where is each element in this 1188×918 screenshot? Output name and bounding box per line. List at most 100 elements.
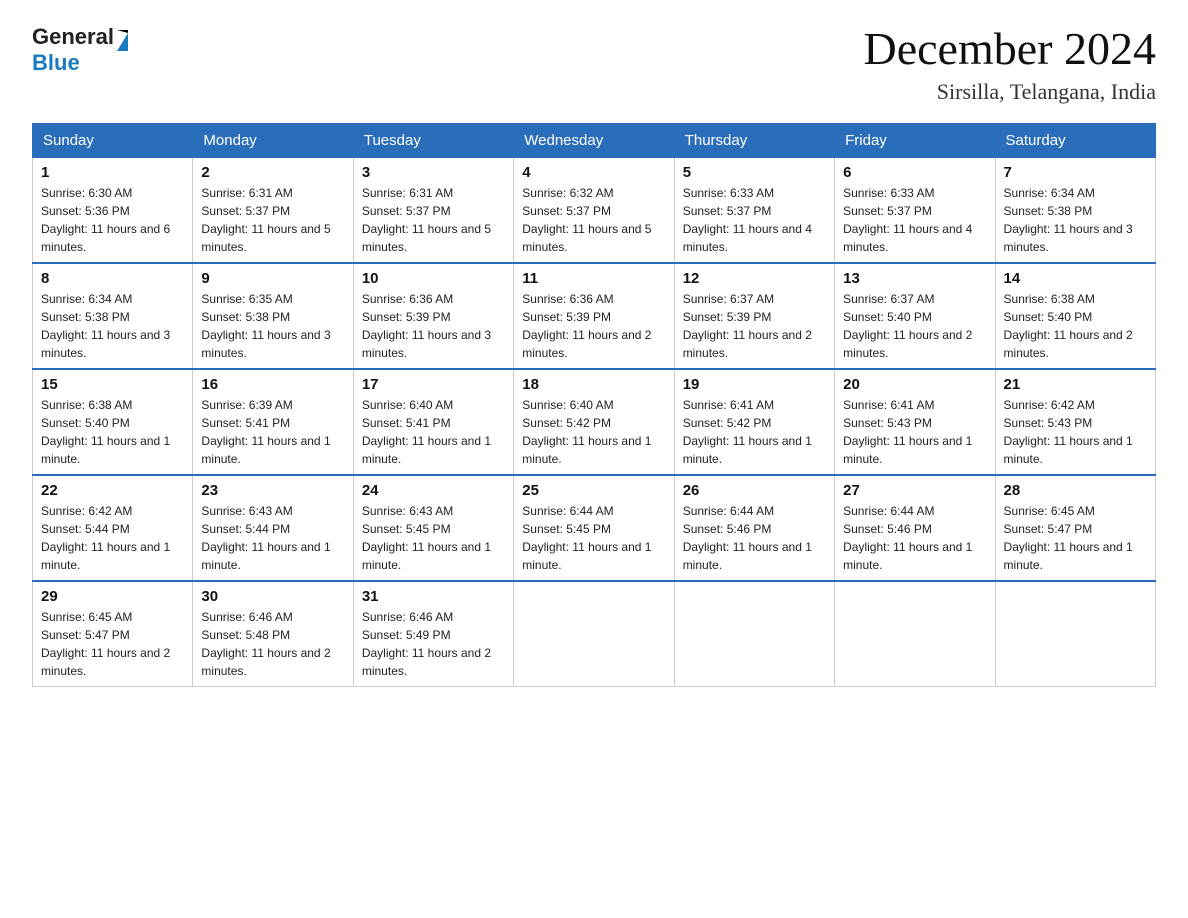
calendar-cell: 4 Sunrise: 6:32 AMSunset: 5:37 PMDayligh… xyxy=(514,157,674,263)
day-number: 1 xyxy=(41,164,184,181)
day-info: Sunrise: 6:33 AMSunset: 5:37 PMDaylight:… xyxy=(843,186,972,254)
weekday-header-saturday: Saturday xyxy=(995,123,1155,157)
calendar-table: SundayMondayTuesdayWednesdayThursdayFrid… xyxy=(32,123,1156,687)
calendar-cell: 15 Sunrise: 6:38 AMSunset: 5:40 PMDaylig… xyxy=(33,369,193,475)
day-info: Sunrise: 6:36 AMSunset: 5:39 PMDaylight:… xyxy=(362,292,491,360)
day-info: Sunrise: 6:41 AMSunset: 5:43 PMDaylight:… xyxy=(843,398,972,466)
day-info: Sunrise: 6:46 AMSunset: 5:48 PMDaylight:… xyxy=(201,610,330,678)
calendar-cell: 16 Sunrise: 6:39 AMSunset: 5:41 PMDaylig… xyxy=(193,369,353,475)
day-number: 30 xyxy=(201,588,344,605)
day-info: Sunrise: 6:36 AMSunset: 5:39 PMDaylight:… xyxy=(522,292,651,360)
weekday-header-monday: Monday xyxy=(193,123,353,157)
logo-triangle-icon xyxy=(117,30,128,51)
calendar-cell: 25 Sunrise: 6:44 AMSunset: 5:45 PMDaylig… xyxy=(514,475,674,581)
day-info: Sunrise: 6:44 AMSunset: 5:46 PMDaylight:… xyxy=(683,504,812,572)
day-info: Sunrise: 6:46 AMSunset: 5:49 PMDaylight:… xyxy=(362,610,491,678)
calendar-cell: 2 Sunrise: 6:31 AMSunset: 5:37 PMDayligh… xyxy=(193,157,353,263)
calendar-cell: 23 Sunrise: 6:43 AMSunset: 5:44 PMDaylig… xyxy=(193,475,353,581)
day-info: Sunrise: 6:43 AMSunset: 5:45 PMDaylight:… xyxy=(362,504,491,572)
day-number: 15 xyxy=(41,376,184,393)
day-info: Sunrise: 6:35 AMSunset: 5:38 PMDaylight:… xyxy=(201,292,330,360)
day-info: Sunrise: 6:31 AMSunset: 5:37 PMDaylight:… xyxy=(362,186,491,254)
day-info: Sunrise: 6:33 AMSunset: 5:37 PMDaylight:… xyxy=(683,186,812,254)
calendar-subtitle: Sirsilla, Telangana, India xyxy=(864,79,1157,105)
day-number: 24 xyxy=(362,482,505,499)
calendar-cell: 5 Sunrise: 6:33 AMSunset: 5:37 PMDayligh… xyxy=(674,157,834,263)
day-number: 2 xyxy=(201,164,344,181)
day-info: Sunrise: 6:44 AMSunset: 5:45 PMDaylight:… xyxy=(522,504,651,572)
day-info: Sunrise: 6:39 AMSunset: 5:41 PMDaylight:… xyxy=(201,398,330,466)
day-number: 18 xyxy=(522,376,665,393)
day-info: Sunrise: 6:38 AMSunset: 5:40 PMDaylight:… xyxy=(1004,292,1133,360)
day-info: Sunrise: 6:34 AMSunset: 5:38 PMDaylight:… xyxy=(1004,186,1133,254)
calendar-cell: 28 Sunrise: 6:45 AMSunset: 5:47 PMDaylig… xyxy=(995,475,1155,581)
day-info: Sunrise: 6:37 AMSunset: 5:39 PMDaylight:… xyxy=(683,292,812,360)
calendar-cell: 21 Sunrise: 6:42 AMSunset: 5:43 PMDaylig… xyxy=(995,369,1155,475)
day-info: Sunrise: 6:37 AMSunset: 5:40 PMDaylight:… xyxy=(843,292,972,360)
day-info: Sunrise: 6:45 AMSunset: 5:47 PMDaylight:… xyxy=(41,610,170,678)
weekday-header-row: SundayMondayTuesdayWednesdayThursdayFrid… xyxy=(33,123,1156,157)
logo-text-general: General xyxy=(32,24,114,50)
calendar-cell: 7 Sunrise: 6:34 AMSunset: 5:38 PMDayligh… xyxy=(995,157,1155,263)
day-number: 7 xyxy=(1004,164,1147,181)
weekday-header-wednesday: Wednesday xyxy=(514,123,674,157)
day-info: Sunrise: 6:45 AMSunset: 5:47 PMDaylight:… xyxy=(1004,504,1133,572)
day-number: 11 xyxy=(522,270,665,287)
day-number: 12 xyxy=(683,270,826,287)
calendar-cell: 29 Sunrise: 6:45 AMSunset: 5:47 PMDaylig… xyxy=(33,581,193,687)
day-number: 5 xyxy=(683,164,826,181)
calendar-week-row-5: 29 Sunrise: 6:45 AMSunset: 5:47 PMDaylig… xyxy=(33,581,1156,687)
calendar-cell: 24 Sunrise: 6:43 AMSunset: 5:45 PMDaylig… xyxy=(353,475,513,581)
calendar-week-row-4: 22 Sunrise: 6:42 AMSunset: 5:44 PMDaylig… xyxy=(33,475,1156,581)
calendar-cell: 19 Sunrise: 6:41 AMSunset: 5:42 PMDaylig… xyxy=(674,369,834,475)
day-info: Sunrise: 6:31 AMSunset: 5:37 PMDaylight:… xyxy=(201,186,330,254)
day-number: 9 xyxy=(201,270,344,287)
calendar-week-row-1: 1 Sunrise: 6:30 AMSunset: 5:36 PMDayligh… xyxy=(33,157,1156,263)
title-area: December 2024 Sirsilla, Telangana, India xyxy=(864,24,1157,105)
calendar-cell: 20 Sunrise: 6:41 AMSunset: 5:43 PMDaylig… xyxy=(835,369,995,475)
day-number: 21 xyxy=(1004,376,1147,393)
day-info: Sunrise: 6:32 AMSunset: 5:37 PMDaylight:… xyxy=(522,186,651,254)
day-number: 4 xyxy=(522,164,665,181)
day-info: Sunrise: 6:43 AMSunset: 5:44 PMDaylight:… xyxy=(201,504,330,572)
day-number: 19 xyxy=(683,376,826,393)
weekday-header-friday: Friday xyxy=(835,123,995,157)
calendar-cell: 17 Sunrise: 6:40 AMSunset: 5:41 PMDaylig… xyxy=(353,369,513,475)
day-info: Sunrise: 6:40 AMSunset: 5:42 PMDaylight:… xyxy=(522,398,651,466)
day-info: Sunrise: 6:44 AMSunset: 5:46 PMDaylight:… xyxy=(843,504,972,572)
calendar-cell: 30 Sunrise: 6:46 AMSunset: 5:48 PMDaylig… xyxy=(193,581,353,687)
day-number: 13 xyxy=(843,270,986,287)
day-number: 6 xyxy=(843,164,986,181)
calendar-cell xyxy=(835,581,995,687)
day-number: 3 xyxy=(362,164,505,181)
calendar-cell: 31 Sunrise: 6:46 AMSunset: 5:49 PMDaylig… xyxy=(353,581,513,687)
day-info: Sunrise: 6:38 AMSunset: 5:40 PMDaylight:… xyxy=(41,398,170,466)
calendar-cell: 12 Sunrise: 6:37 AMSunset: 5:39 PMDaylig… xyxy=(674,263,834,369)
calendar-cell: 1 Sunrise: 6:30 AMSunset: 5:36 PMDayligh… xyxy=(33,157,193,263)
day-number: 25 xyxy=(522,482,665,499)
day-number: 26 xyxy=(683,482,826,499)
calendar-cell xyxy=(514,581,674,687)
logo-text-blue: Blue xyxy=(32,50,80,75)
day-number: 22 xyxy=(41,482,184,499)
calendar-cell: 10 Sunrise: 6:36 AMSunset: 5:39 PMDaylig… xyxy=(353,263,513,369)
calendar-cell: 8 Sunrise: 6:34 AMSunset: 5:38 PMDayligh… xyxy=(33,263,193,369)
weekday-header-tuesday: Tuesday xyxy=(353,123,513,157)
day-info: Sunrise: 6:41 AMSunset: 5:42 PMDaylight:… xyxy=(683,398,812,466)
day-number: 29 xyxy=(41,588,184,605)
calendar-cell: 22 Sunrise: 6:42 AMSunset: 5:44 PMDaylig… xyxy=(33,475,193,581)
day-number: 17 xyxy=(362,376,505,393)
calendar-title: December 2024 xyxy=(864,24,1157,75)
calendar-cell: 14 Sunrise: 6:38 AMSunset: 5:40 PMDaylig… xyxy=(995,263,1155,369)
calendar-cell: 6 Sunrise: 6:33 AMSunset: 5:37 PMDayligh… xyxy=(835,157,995,263)
day-number: 31 xyxy=(362,588,505,605)
calendar-cell xyxy=(995,581,1155,687)
weekday-header-sunday: Sunday xyxy=(33,123,193,157)
day-info: Sunrise: 6:42 AMSunset: 5:43 PMDaylight:… xyxy=(1004,398,1133,466)
calendar-cell: 11 Sunrise: 6:36 AMSunset: 5:39 PMDaylig… xyxy=(514,263,674,369)
calendar-cell: 13 Sunrise: 6:37 AMSunset: 5:40 PMDaylig… xyxy=(835,263,995,369)
calendar-cell: 26 Sunrise: 6:44 AMSunset: 5:46 PMDaylig… xyxy=(674,475,834,581)
calendar-cell: 9 Sunrise: 6:35 AMSunset: 5:38 PMDayligh… xyxy=(193,263,353,369)
day-number: 20 xyxy=(843,376,986,393)
weekday-header-thursday: Thursday xyxy=(674,123,834,157)
